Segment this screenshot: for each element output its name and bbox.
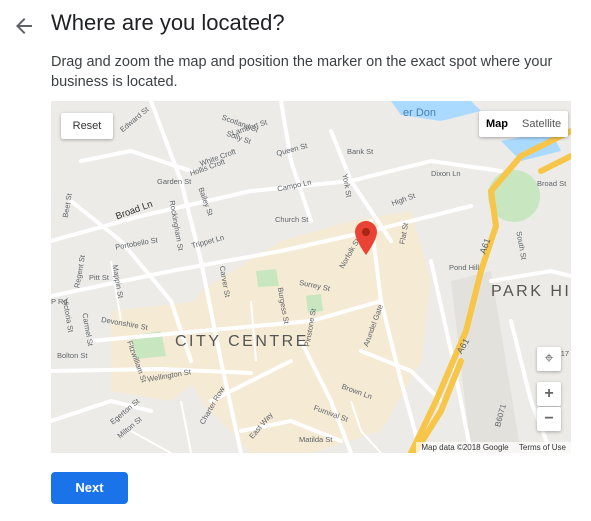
map-type-map-button[interactable]: Map [479,111,515,137]
map-data-credit: Map data ©2018 Google [421,443,509,452]
location-marker-icon[interactable] [355,221,377,255]
terms-of-use-link[interactable]: Terms of Use [519,443,566,452]
reset-button[interactable]: Reset [61,113,113,139]
back-arrow-icon[interactable] [12,14,36,38]
map-canvas[interactable]: er Don Lambert St Scotland St Solly St Q… [51,101,571,453]
map-type-satellite-button[interactable]: Satellite [515,111,568,137]
zoom-out-button[interactable]: − [537,407,561,431]
area-label: PARK HIL [491,283,571,300]
my-location-button[interactable]: ⌖ [537,347,561,371]
zoom-in-button[interactable]: + [537,382,561,406]
next-button[interactable]: Next [51,472,128,504]
street-label: Garden St [157,177,192,186]
street-label: Pond Hill [449,263,480,272]
street-label: P Rd [51,297,68,306]
street-label: Church St [275,215,309,224]
page-title: Where are you located? [51,10,285,35]
street-label: Bank St [347,147,374,156]
area-label: CITY CENTRE [175,333,309,350]
street-label: er Don [403,107,437,119]
street-label: Bolton St [57,351,88,360]
street-label: Broad St [537,179,567,188]
crosshair-icon: ⌖ [544,350,554,367]
map-type-control: Map Satellite [479,111,569,137]
map-attribution: Map data ©2018 Google Terms of Use [416,442,571,453]
map-tiles [51,101,571,453]
page-subtitle: Drag and zoom the map and position the m… [51,54,553,90]
street-label: Dixon Ln [431,169,461,178]
street-label: Matilda St [299,435,333,444]
street-label: Pitt St [89,273,110,282]
